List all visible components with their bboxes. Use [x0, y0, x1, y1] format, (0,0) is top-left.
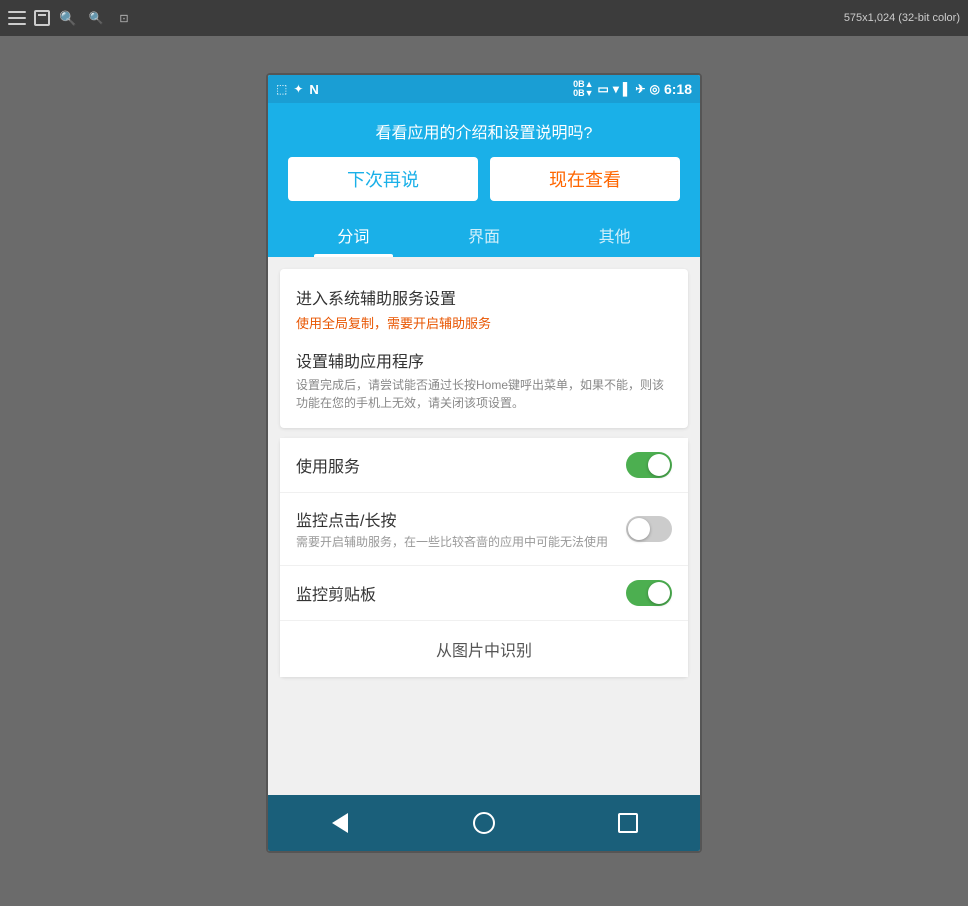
back-icon: [332, 813, 348, 833]
cast-icon: ▭: [598, 82, 609, 96]
menu-icon[interactable]: [8, 11, 26, 25]
fit-icon[interactable]: ⊡: [114, 8, 134, 28]
toggle-use-service: 使用服务: [280, 438, 688, 492]
circle-icon: ◎: [649, 82, 659, 96]
monitor-click-desc: 需要开启辅助服务，在一些比较吝啬的应用中可能无法使用: [296, 534, 614, 551]
accessibility-title: 进入系统辅助服务设置: [296, 285, 672, 309]
tab-jemian[interactable]: 界面: [419, 213, 550, 257]
back-button[interactable]: [322, 805, 358, 841]
accessibility-service-item[interactable]: 进入系统辅助服务设置 使用全局复制，需要开启辅助服务: [296, 285, 672, 332]
zoom-out-icon[interactable]: 🔍: [86, 8, 106, 28]
toggle-thumb3: [648, 582, 670, 604]
zoom-in-icon[interactable]: 🔍: [58, 8, 78, 28]
toggle-thumb: [648, 454, 670, 476]
header-buttons: 下次再说 现在查看: [288, 157, 680, 201]
desktop-bar-left: 🔍 🔍 ⊡: [8, 8, 134, 28]
use-service-label: 使用服务: [296, 453, 614, 477]
tabs: 分词 界面 其他: [288, 213, 680, 257]
status-right-icons: 0B▲0B▼ ▭ ▾ ▌ ✈ ◎ 6:18: [573, 80, 692, 98]
copy-icon: ⬚: [276, 82, 287, 96]
recent-icon: [618, 813, 638, 833]
bottom-nav: [268, 795, 700, 851]
desktop-bar: 🔍 🔍 ⊡ 575x1,024 (32-bit color): [0, 0, 968, 36]
clipboard-toggle[interactable]: [626, 580, 672, 606]
btn-later[interactable]: 下次再说: [288, 157, 478, 201]
accessibility-subtitle: 使用全局复制，需要开启辅助服务: [296, 313, 672, 332]
data-icon: 0B▲0B▼: [573, 80, 593, 98]
home-button[interactable]: [466, 805, 502, 841]
btn-now[interactable]: 现在查看: [490, 157, 680, 201]
tab-fenci[interactable]: 分词: [288, 213, 419, 257]
status-bar: ⬚ ✦ N 0B▲0B▼ ▭ ▾ ▌ ✈ ◎ 6:18: [268, 75, 700, 103]
phone-container: ⬚ ✦ N 0B▲0B▼ ▭ ▾ ▌ ✈ ◎ 6:18 看看应用的介绍和设置说明…: [266, 73, 702, 853]
toggle-clipboard: 监控剪贴板: [280, 565, 688, 620]
resolution-label: 575x1,024 (32-bit color): [844, 12, 960, 24]
sync-icon: ✦: [293, 82, 303, 96]
header-prompt: 看看应用的介绍和设置说明吗?: [288, 119, 680, 143]
window-icon[interactable]: [34, 10, 50, 26]
home-icon: [473, 812, 495, 834]
toggle-thumb2: [628, 518, 650, 540]
recent-button[interactable]: [610, 805, 646, 841]
wifi-icon: ▾: [613, 82, 619, 96]
assist-app-title: 设置辅助应用程序: [296, 348, 672, 372]
signal-icon: ▌: [623, 82, 632, 96]
clipboard-label: 监控剪贴板: [296, 581, 614, 605]
settings-card: 进入系统辅助服务设置 使用全局复制，需要开启辅助服务 设置辅助应用程序 设置完成…: [280, 269, 688, 428]
recognize-image-label: 从图片中识别: [436, 637, 532, 661]
toggles-card: 使用服务 监控点击/长按 需要开启辅助服务，在一些比较吝啬的应用中可能无法使用: [280, 438, 688, 677]
n-icon: N: [309, 82, 318, 97]
header-area: 看看应用的介绍和设置说明吗? 下次再说 现在查看 分词 界面 其他: [268, 103, 700, 257]
monitor-click-label: 监控点击/长按: [296, 507, 614, 531]
time-label: 6:18: [664, 81, 692, 97]
assist-app-desc: 设置完成后，请尝试能否通过长按Home键呼出菜单，如果不能，则该功能在您的手机上…: [296, 376, 672, 412]
assist-app-item[interactable]: 设置辅助应用程序 设置完成后，请尝试能否通过长按Home键呼出菜单，如果不能，则…: [296, 348, 672, 412]
toggle-monitor-click: 监控点击/长按 需要开启辅助服务，在一些比较吝啬的应用中可能无法使用: [280, 492, 688, 565]
recognize-image-item[interactable]: 从图片中识别: [280, 620, 688, 677]
use-service-toggle[interactable]: [626, 452, 672, 478]
airplane-icon: ✈: [635, 82, 645, 96]
status-left-icons: ⬚ ✦ N: [276, 82, 319, 97]
tab-qita[interactable]: 其他: [549, 213, 680, 257]
content-area: 进入系统辅助服务设置 使用全局复制，需要开启辅助服务 设置辅助应用程序 设置完成…: [268, 257, 700, 795]
monitor-click-toggle[interactable]: [626, 516, 672, 542]
